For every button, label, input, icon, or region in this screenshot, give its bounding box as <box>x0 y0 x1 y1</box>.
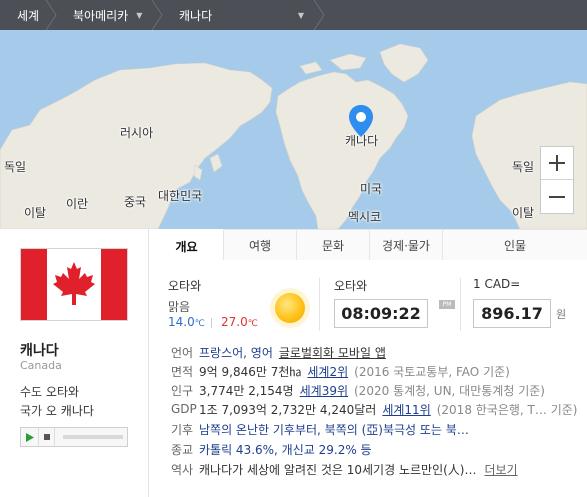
anthem-player <box>20 427 128 447</box>
info-row-area: 면적 9억 9,846만 7천㏊ 세계2위 (2016 국토교통부, FAO 기… <box>171 362 583 380</box>
tab-bar: 개요 여행 문화 경제·물가 인물 <box>150 229 587 261</box>
map-label-china: 중국 <box>124 195 147 209</box>
zoom-in-button[interactable] <box>541 147 573 180</box>
temperature-max: 27.0℃ <box>221 315 258 329</box>
area-rank-link[interactable]: 세계2위 <box>307 363 348 380</box>
currency-label: 1 CAD= <box>473 277 521 291</box>
map-label-korea: 대한민국 <box>158 189 203 203</box>
section-divider <box>319 278 320 331</box>
time-city: 오타와 <box>334 279 368 293</box>
gdp-value: 1조 7,093억 2,732만 4,240달러 <box>199 402 377 417</box>
tab-economy[interactable]: 경제·물가 <box>369 229 442 260</box>
population-source: (2020 통계청, UN, 대만통계청 기준) <box>354 383 545 398</box>
stop-icon <box>43 434 50 440</box>
map-label-germany-right: 독일 <box>512 160 535 174</box>
map-label-germany-left: 독일 <box>4 160 27 174</box>
map-label-russia: 러시아 <box>120 126 154 140</box>
map-label-italy-left: 이탈 <box>24 206 47 220</box>
weather-condition: 맑음 <box>168 300 191 314</box>
info-key-history: 역사 <box>171 462 194 477</box>
info-row-language: 언어 프랑스어, 영어 글로벌회화 모바일 앱 <box>171 343 583 361</box>
breadcrumb-separator-icon <box>313 0 325 30</box>
chevron-down-icon: ▼ <box>136 10 143 20</box>
breadcrumb-north-america-label: 북아메리카 <box>73 8 129 23</box>
info-key-gdp: GDP <box>171 402 197 416</box>
country-name: 캐나다 <box>20 343 59 359</box>
temperature-unit: ℃ <box>194 319 205 329</box>
section-divider <box>460 278 461 331</box>
capital-link[interactable]: 오타와 <box>46 385 79 399</box>
map-label-italy-right: 이탈 <box>512 206 535 220</box>
play-button[interactable] <box>21 428 39 446</box>
history-more-link[interactable]: 더보기 <box>484 461 517 478</box>
map-label-usa: 미국 <box>360 182 383 196</box>
breadcrumb-canada-label: 캐나다 <box>179 8 213 23</box>
sunny-weather-icon <box>275 293 305 323</box>
canada-flag <box>20 248 128 321</box>
temperature-min-value: 14.0 <box>168 315 195 329</box>
info-row-religion: 종교 카톨릭 43.6%, 개신교 29.2% 등 <box>171 440 583 458</box>
religion-value-link[interactable]: 카톨릭 43.6%, 개신교 29.2% 등 <box>199 441 372 458</box>
map-label-mexico: 멕시코 <box>348 210 382 224</box>
tab-people[interactable]: 인물 <box>442 229 587 260</box>
tab-overview[interactable]: 개요 <box>150 229 223 261</box>
temperature-max-value: 27.0 <box>221 315 248 329</box>
exchange-rate-value: 896.17 <box>473 299 551 328</box>
zoom-out-button[interactable] <box>541 180 573 213</box>
temperature-unit: ℃ <box>247 319 258 329</box>
tab-travel[interactable]: 여행 <box>223 229 296 260</box>
breadcrumb: 세계 북아메리카 ▼ 캐나다 ▼ <box>0 0 587 30</box>
climate-value-link[interactable]: 남쪽의 온난한 기후부터, 북쪽의 (亞)북극성 또는 북… <box>199 421 469 438</box>
map-zoom-controls <box>540 146 574 214</box>
population-rank-link[interactable]: 세계39위 <box>300 382 348 399</box>
info-row-climate: 기후 남쪽의 온난한 기후부터, 북쪽의 (亞)북극성 또는 북… <box>171 420 583 438</box>
tab-culture[interactable]: 문화 <box>296 229 369 260</box>
info-key-population: 인구 <box>171 383 194 398</box>
anthem-link[interactable]: 오 캐나다 <box>46 404 94 418</box>
population-value: 3,774만 2,154명 <box>199 383 294 398</box>
breadcrumb-canada[interactable]: 캐나다 ▼ <box>162 0 325 30</box>
country-name-english: Canada <box>20 359 62 372</box>
world-map[interactable]: 러시아 캐나다 독일 독일 이탈 이탈 이란 중국 대한민국 미국 멕시코 <box>0 30 587 229</box>
gdp-rank-link[interactable]: 세계11위 <box>382 401 430 418</box>
exchange-rate-unit: 원 <box>556 308 567 321</box>
local-time-clock: 08:09:22 <box>334 299 428 328</box>
minus-icon <box>549 195 565 198</box>
location-pin-icon <box>349 105 373 137</box>
map-label-iran: 이란 <box>66 197 89 211</box>
play-icon <box>25 432 34 442</box>
country-summary-panel: 캐나다 Canada 수도 오타와 국가 오 캐나다 <box>0 229 149 497</box>
gdp-source: (2018 한국은행, T… 기준) <box>436 402 578 417</box>
info-key-religion: 종교 <box>171 442 194 457</box>
info-key-climate: 기후 <box>171 422 194 437</box>
breadcrumb-north-america[interactable]: 북아메리카 ▼ <box>56 0 163 30</box>
anthem-progress-bar[interactable] <box>63 435 123 439</box>
area-value: 9억 9,846만 7천㏊ <box>199 364 302 379</box>
anthem-label: 국가 <box>20 404 43 418</box>
weather-city: 오타와 <box>168 279 202 293</box>
breadcrumb-world[interactable]: 세계 <box>0 0 57 30</box>
temperature-min: 14.0℃ <box>168 315 205 329</box>
stop-button[interactable] <box>39 428 55 446</box>
info-row-history: 역사 캐나다가 세상에 알려진 것은 10세기경 노르만인(人)… 더보기 <box>171 460 583 478</box>
language-value: 프랑스어, 영어 <box>199 345 273 360</box>
breadcrumb-world-label: 세계 <box>17 8 40 23</box>
info-key-area: 면적 <box>171 364 194 379</box>
chevron-down-icon: ▼ <box>297 10 304 20</box>
global-conversation-app-link[interactable]: 글로벌회화 모바일 앱 <box>279 344 386 361</box>
ampm-badge: PM <box>439 300 455 309</box>
info-row-gdp: GDP 1조 7,093억 2,732만 4,240달러 세계11위 (2018… <box>171 400 583 418</box>
area-source: (2016 국토교통부, FAO 기준) <box>354 364 510 379</box>
plus-icon <box>549 155 565 171</box>
info-key-language: 언어 <box>171 345 194 360</box>
temperature-divider <box>211 318 212 328</box>
anthem-line: 국가 오 캐나다 <box>20 402 94 419</box>
info-row-population: 인구 3,774만 2,154명 세계39위 (2020 통계청, UN, 대만… <box>171 381 583 399</box>
capital-line: 수도 오타와 <box>20 383 79 400</box>
history-value: 캐나다가 세상에 알려진 것은 10세기경 노르만인(人)… <box>199 462 477 477</box>
capital-label: 수도 <box>20 385 43 399</box>
